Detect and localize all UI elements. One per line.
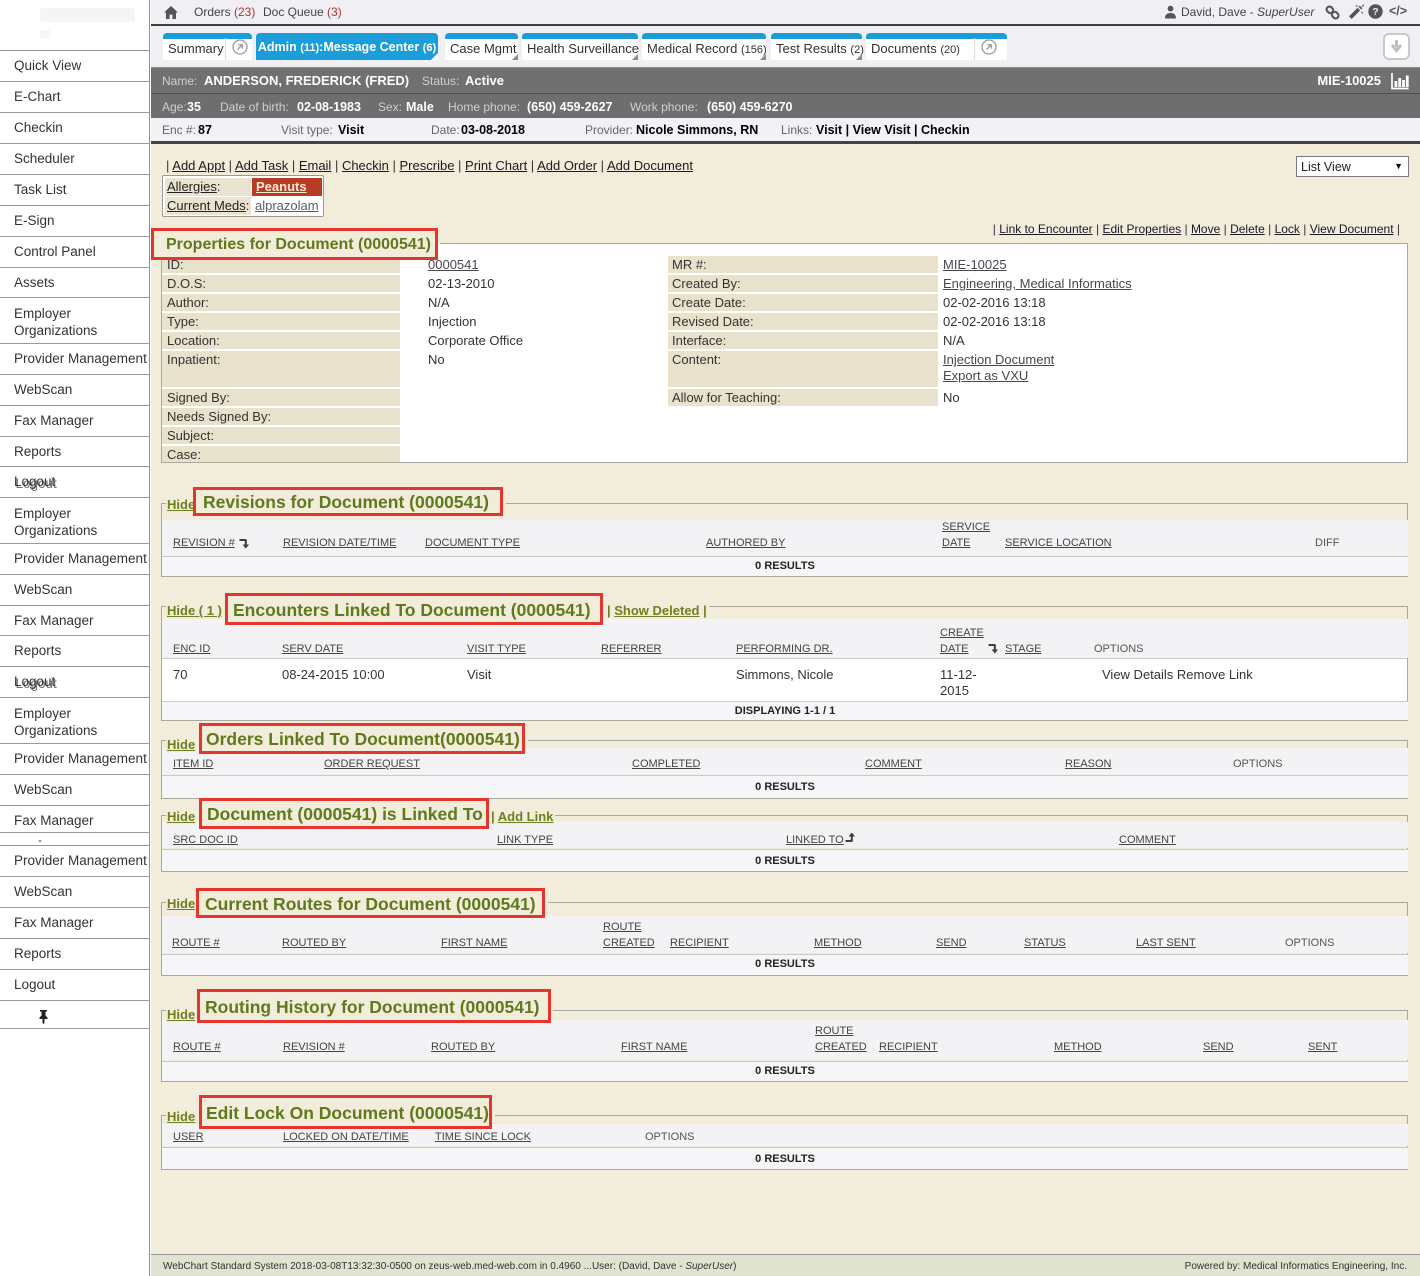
svg-text:?: ? xyxy=(1372,6,1378,18)
